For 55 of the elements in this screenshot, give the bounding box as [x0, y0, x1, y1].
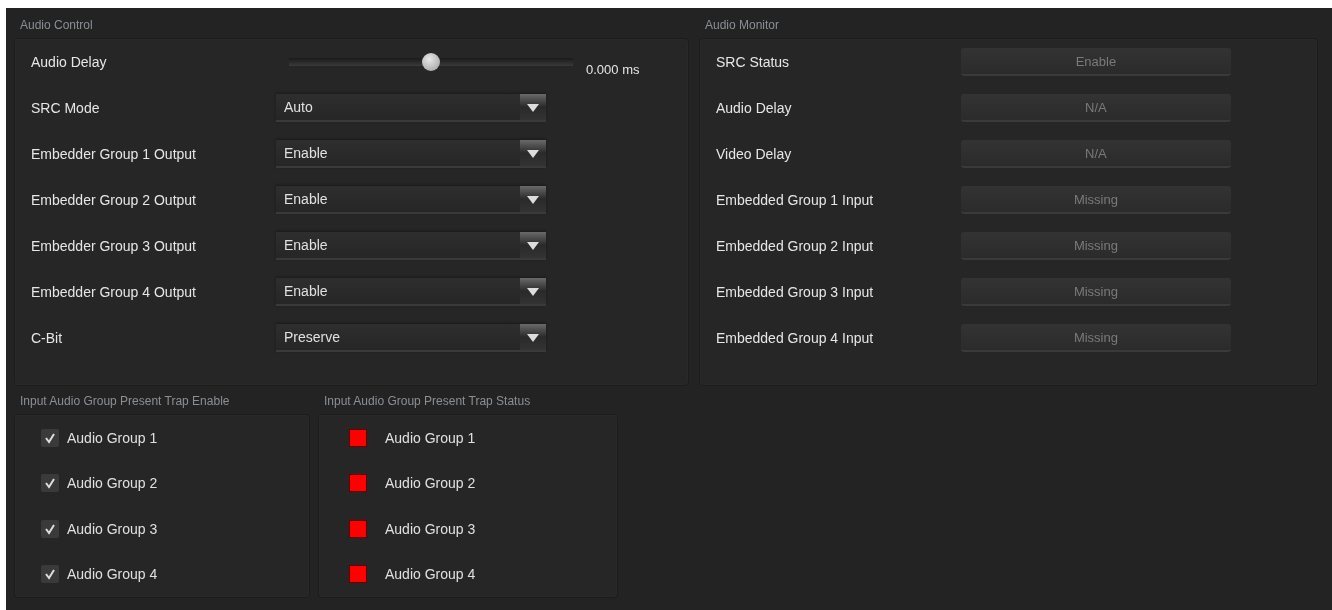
- status-value: Missing: [960, 186, 1231, 214]
- section-title: Input Audio Group Present Trap Status: [323, 393, 532, 410]
- checkbox[interactable]: [41, 565, 59, 584]
- checkbox-label: Audio Group 2: [67, 475, 158, 492]
- status-value: N/A: [960, 94, 1231, 122]
- dropdown[interactable]: Enable: [276, 186, 546, 214]
- status-value: Missing: [960, 278, 1231, 306]
- field-label: Embedder Group 3 Output: [31, 238, 197, 254]
- status-value: Missing: [960, 232, 1231, 260]
- checkbox-label: Audio Group 3: [67, 520, 158, 537]
- caret-icon[interactable]: [520, 278, 546, 304]
- checkbox-label: Audio Group 1: [67, 429, 158, 446]
- dropdown[interactable]: Enable: [276, 140, 546, 168]
- caret-icon[interactable]: [520, 186, 546, 212]
- checkmark-icon: [44, 568, 56, 581]
- dropdown[interactable]: Auto: [276, 94, 546, 122]
- field-label: SRC Mode: [31, 100, 101, 116]
- field-label: Embedder Group 1 Output: [31, 146, 197, 162]
- checkmark-icon: [44, 522, 56, 535]
- caret-icon[interactable]: [520, 324, 546, 350]
- field-label: Embedded Group 1 Input: [715, 192, 875, 208]
- status-value: Enable: [960, 48, 1231, 76]
- checkbox[interactable]: [41, 474, 59, 493]
- field-label: Video Delay: [715, 146, 793, 162]
- field-label: Audio Delay: [715, 100, 793, 116]
- caret-icon[interactable]: [520, 232, 546, 258]
- status-label: Audio Group 2: [385, 475, 476, 492]
- field-label: Audio Delay: [31, 54, 108, 70]
- checkmark-icon: [44, 431, 56, 444]
- dropdown[interactable]: Enable: [276, 232, 546, 260]
- section-title: Audio Monitor: [703, 17, 780, 34]
- status-label: Audio Group 3: [385, 520, 476, 537]
- section-title: Input Audio Group Present Trap Enable: [19, 393, 231, 410]
- dropdown[interactable]: Enable: [276, 278, 546, 306]
- field-label: C-Bit: [31, 330, 64, 346]
- slider-thumb[interactable]: [422, 53, 440, 71]
- checkmark-icon: [44, 477, 56, 490]
- checkbox[interactable]: [41, 428, 59, 447]
- field-label: Embedder Group 2 Output: [31, 192, 197, 208]
- dropdown[interactable]: Preserve: [276, 324, 546, 352]
- status-value: N/A: [960, 140, 1231, 168]
- caret-icon[interactable]: [520, 94, 546, 120]
- checkbox-label: Audio Group 4: [67, 566, 158, 583]
- slider-reading: 0.000 ms: [586, 61, 640, 77]
- field-label: Embedded Group 2 Input: [715, 238, 875, 254]
- status-label: Audio Group 1: [385, 429, 476, 446]
- section-title: Audio Control: [19, 17, 94, 34]
- field-label: Embedder Group 4 Output: [31, 284, 197, 300]
- field-label: Embedded Group 4 Input: [715, 330, 875, 346]
- field-label: Embedded Group 3 Input: [715, 284, 875, 300]
- checkbox[interactable]: [41, 519, 59, 538]
- caret-icon[interactable]: [520, 140, 546, 166]
- status-value: Missing: [960, 324, 1231, 352]
- status-label: Audio Group 4: [385, 566, 476, 583]
- field-label: SRC Status: [715, 54, 791, 70]
